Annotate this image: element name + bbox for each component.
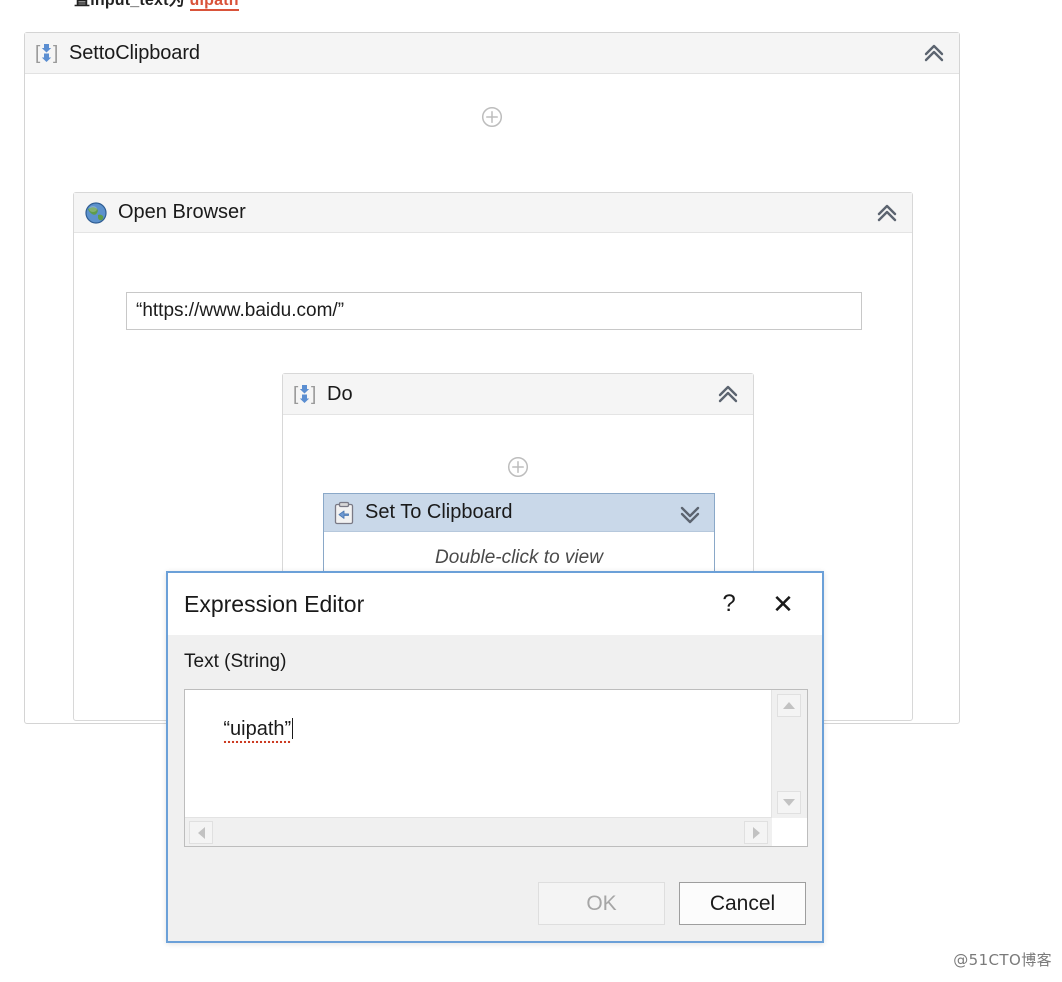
expression-input[interactable]: “uipath” — [185, 690, 772, 818]
scroll-down-arrow[interactable] — [777, 791, 801, 814]
dialog-title: Expression Editor — [184, 590, 365, 617]
globe-icon — [84, 201, 108, 225]
svg-text:[: [ — [35, 43, 41, 64]
browser-url-input[interactable]: “https://www.baidu.com/” — [126, 292, 862, 330]
dialog-button-bar: OK Cancel — [538, 882, 806, 925]
double-click-hint: Double-click to view — [435, 547, 603, 568]
add-activity-before-clipboard[interactable] — [283, 456, 753, 478]
scroll-right-icon — [752, 826, 760, 839]
do-sequence-title: Do — [327, 382, 353, 405]
expression-value: “uipath” — [223, 718, 292, 743]
clipboard-arrow-icon — [333, 501, 355, 525]
scroll-left-arrow[interactable] — [189, 821, 213, 844]
plus-circle-icon[interactable] — [507, 456, 529, 478]
sequence-title: SettoClipboard — [69, 41, 200, 64]
page-caption: 置input_text为 uipath — [74, 0, 239, 11]
open-browser-title: Open Browser — [118, 201, 246, 223]
svg-text:]: ] — [53, 43, 58, 64]
add-activity-top[interactable] — [25, 106, 959, 128]
scroll-down-icon — [783, 799, 795, 806]
help-icon[interactable]: ? — [702, 573, 756, 635]
scroll-up-arrow[interactable] — [777, 694, 801, 717]
help-label: ? — [722, 590, 736, 617]
scroll-left-icon — [197, 826, 205, 839]
expression-editor-dialog[interactable]: Expression Editor ? ✕ Text (String) “uip… — [166, 571, 824, 943]
open-browser-header[interactable]: Open Browser — [74, 193, 912, 233]
watermark: @51CTO博客 — [953, 951, 1052, 969]
browser-url-value: “https://www.baidu.com/” — [136, 300, 345, 321]
close-icon[interactable]: ✕ — [756, 573, 810, 635]
expression-editor-titlebar[interactable]: Expression Editor ? ✕ — [168, 573, 822, 635]
plus-circle-icon[interactable] — [481, 106, 503, 128]
sequence-icon: [ ] — [35, 42, 59, 64]
sequence-header[interactable]: [ ] SettoClipboard — [25, 33, 959, 74]
chevron-double-up-icon[interactable] — [874, 200, 900, 226]
svg-text:]: ] — [311, 384, 316, 405]
chevron-double-up-icon[interactable] — [921, 40, 947, 66]
set-to-clipboard-header[interactable]: Set To Clipboard — [324, 494, 714, 532]
caption-prefix: 置input_text为 — [74, 0, 190, 9]
sequence-icon: [ ] — [293, 383, 317, 405]
set-to-clipboard-title: Set To Clipboard — [365, 501, 513, 523]
expression-field-label: Text (String) — [184, 651, 287, 672]
svg-text:[: [ — [293, 384, 299, 405]
close-label: ✕ — [772, 588, 794, 619]
expression-horizontal-scrollbar[interactable] — [185, 817, 772, 846]
cancel-button[interactable]: Cancel — [679, 882, 806, 925]
expression-vertical-scrollbar[interactable] — [771, 690, 807, 818]
text-caret — [292, 718, 294, 739]
chevron-double-up-icon[interactable] — [715, 381, 741, 407]
chevron-double-down-icon[interactable] — [677, 500, 703, 526]
expression-editor-box[interactable]: “uipath” — [184, 689, 808, 847]
ok-button[interactable]: OK — [538, 882, 665, 925]
scroll-right-arrow[interactable] — [744, 821, 768, 844]
caption-highlight: uipath — [189, 0, 239, 11]
do-sequence-header[interactable]: [ ] Do — [283, 374, 753, 415]
scroll-up-icon — [783, 702, 795, 709]
